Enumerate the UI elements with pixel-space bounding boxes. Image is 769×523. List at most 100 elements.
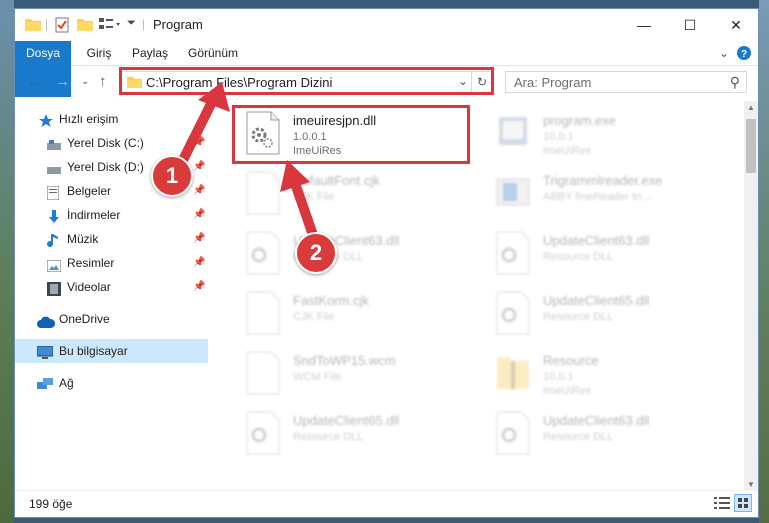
tiles-view-icon[interactable] bbox=[734, 494, 752, 512]
status-bar: 199 öğe bbox=[15, 490, 758, 517]
desktop-background-right bbox=[759, 0, 769, 523]
search-icon[interactable]: ⚲ bbox=[730, 74, 740, 91]
file-item[interactable]: UpdateClient65.dll Resource DLL bbox=[235, 405, 475, 461]
file-type: Resource DLL bbox=[543, 251, 614, 263]
file-name: Trigrammlreader.exe bbox=[543, 173, 663, 188]
sidebar-item-label: Hızlı erişim bbox=[59, 112, 119, 126]
search-placeholder: Ara: Program bbox=[514, 75, 592, 90]
desktop-background-left bbox=[0, 0, 14, 523]
file-name: DefaultFont.cjk bbox=[293, 173, 380, 188]
help-icon[interactable]: ? bbox=[735, 41, 753, 65]
sidebar-item-quick-access[interactable]: Hızlı erişim bbox=[15, 107, 208, 131]
folder-icon bbox=[25, 17, 41, 33]
sidebar-item-pictures[interactable]: Resimler 📌 bbox=[15, 251, 208, 275]
sidebar-item-label: Bu bilgisayar bbox=[59, 344, 128, 358]
scroll-up-icon[interactable]: ▲ bbox=[747, 103, 755, 112]
recent-locations-icon[interactable]: ⌄ bbox=[81, 76, 89, 87]
separator: | bbox=[45, 17, 49, 31]
file-name: UpdateClient63.dll bbox=[543, 233, 650, 248]
dll-gear-icon bbox=[495, 291, 531, 335]
window-title: Program bbox=[153, 17, 203, 32]
pin-icon[interactable]: 📌 bbox=[193, 227, 205, 251]
expand-ribbon-icon[interactable]: ⌄ bbox=[715, 41, 733, 65]
sidebar-item-label: Müzik bbox=[67, 232, 99, 246]
new-folder-icon[interactable] bbox=[77, 17, 93, 33]
pin-icon[interactable]: 📌 bbox=[193, 155, 205, 179]
blank-file-icon bbox=[245, 351, 281, 395]
blank-file-icon bbox=[245, 171, 281, 215]
blank-file-icon bbox=[245, 291, 281, 335]
dll-gear-icon bbox=[245, 231, 281, 275]
file-name: Resource bbox=[543, 353, 599, 368]
search-box[interactable]: Ara: Program ⚲ bbox=[505, 71, 747, 93]
dll-gear-icon bbox=[245, 411, 281, 455]
file-item[interactable]: FastKorm.cjk CJK File bbox=[235, 285, 475, 341]
cloud-icon bbox=[37, 312, 56, 328]
sidebar-item-videos[interactable]: Videolar 📌 bbox=[15, 275, 208, 299]
sidebar-item-network[interactable]: Ağ bbox=[15, 371, 208, 395]
drive-icon bbox=[47, 160, 61, 174]
pin-icon[interactable]: 📌 bbox=[193, 251, 205, 275]
pin-icon[interactable]: 📌 bbox=[193, 275, 205, 299]
dll-gear-icon bbox=[495, 411, 531, 455]
tab-view[interactable]: Görünüm bbox=[185, 41, 241, 65]
pin-icon[interactable]: 📌 bbox=[193, 203, 205, 227]
scroll-down-icon[interactable]: ▼ bbox=[747, 480, 755, 489]
file-type: CJK File bbox=[293, 311, 335, 323]
pin-icon[interactable]: 📌 bbox=[193, 179, 205, 203]
sidebar-item-label: Yerel Disk (C:) bbox=[67, 136, 144, 150]
file-version: 10.0.1 bbox=[543, 131, 574, 143]
properties-icon[interactable] bbox=[55, 17, 69, 33]
file-item[interactable]: DefaultFont.cjk CJK File bbox=[235, 165, 475, 221]
sidebar-item-downloads[interactable]: İndirmeler 📌 bbox=[15, 203, 208, 227]
back-arrow-icon[interactable]: ← bbox=[27, 73, 42, 90]
file-name: program.exe bbox=[543, 113, 616, 128]
title-bar: | ⏷ | Program — ☐ ✕ bbox=[15, 9, 758, 41]
file-name: UpdateClient65.dll bbox=[293, 413, 400, 428]
documents-icon bbox=[46, 184, 61, 201]
file-item[interactable]: program.exe 10.0.1 ImeUiRes bbox=[485, 105, 725, 161]
downloads-icon bbox=[47, 208, 61, 223]
exe-icon bbox=[495, 171, 531, 215]
tab-home[interactable]: Giriş bbox=[79, 41, 119, 65]
file-item[interactable]: Trigrammlreader.exe ABBY fineReader tri.… bbox=[485, 165, 725, 221]
forward-arrow-icon[interactable]: → bbox=[55, 73, 70, 90]
item-count: 199 öğe bbox=[29, 497, 73, 511]
step-1-badge: 1 bbox=[151, 155, 193, 197]
view-options-icon[interactable] bbox=[99, 17, 121, 33]
dll-gear-icon bbox=[495, 231, 531, 275]
ribbon-tabs: Dosya Giriş Paylaş Görünüm ⌄ ? bbox=[15, 41, 758, 97]
customize-quick-access-icon[interactable]: ⏷ bbox=[127, 17, 136, 33]
pin-icon[interactable]: 📌 bbox=[193, 131, 205, 155]
sidebar-item-music[interactable]: Müzik 📌 bbox=[15, 227, 208, 251]
star-icon bbox=[39, 112, 53, 127]
sidebar-item-drive-c[interactable]: Yerel Disk (C:) 📌 bbox=[15, 131, 208, 155]
drive-icon bbox=[47, 136, 61, 150]
file-item[interactable]: UpdateClient65.dll Resource DLL bbox=[485, 285, 725, 341]
file-item[interactable]: UpdateClient63.dll Resource DLL bbox=[485, 405, 725, 461]
sidebar-item-label: OneDrive bbox=[59, 312, 110, 326]
file-item[interactable]: Resource 10.0.1 ImeUiRes bbox=[485, 345, 725, 401]
vertical-scrollbar[interactable]: ▲ ▼ bbox=[744, 101, 758, 491]
minimize-button[interactable]: — bbox=[621, 9, 667, 41]
maximize-button[interactable]: ☐ bbox=[667, 9, 713, 41]
exe-icon bbox=[495, 111, 531, 155]
sidebar-item-onedrive[interactable]: OneDrive bbox=[15, 307, 208, 331]
up-arrow-icon[interactable]: ↑ bbox=[99, 73, 107, 90]
scrollbar-thumb[interactable] bbox=[746, 119, 756, 173]
file-version: 10.0.1 bbox=[543, 371, 574, 383]
details-view-icon[interactable] bbox=[714, 496, 730, 513]
step-2-badge: 2 bbox=[295, 232, 337, 274]
file-type: Resource DLL bbox=[543, 431, 614, 443]
file-name: FastKorm.cjk bbox=[293, 293, 369, 308]
file-item[interactable]: SndToWP15.wcm WCM File bbox=[235, 345, 475, 401]
tab-share[interactable]: Paylaş bbox=[127, 41, 173, 65]
file-name: UpdateClient65.dll bbox=[543, 293, 650, 308]
file-item[interactable]: UpdateClient63.dll Resource DLL bbox=[485, 225, 725, 281]
address-bar-highlight bbox=[119, 67, 494, 95]
sidebar-item-label: Resimler bbox=[67, 256, 115, 270]
file-item[interactable]: UpdateClient63.dll Resource DLL bbox=[235, 225, 475, 281]
sidebar-item-label: İndirmeler bbox=[67, 208, 121, 222]
close-button[interactable]: ✕ bbox=[713, 9, 758, 41]
sidebar-item-this-pc[interactable]: Bu bilgisayar bbox=[15, 339, 208, 363]
